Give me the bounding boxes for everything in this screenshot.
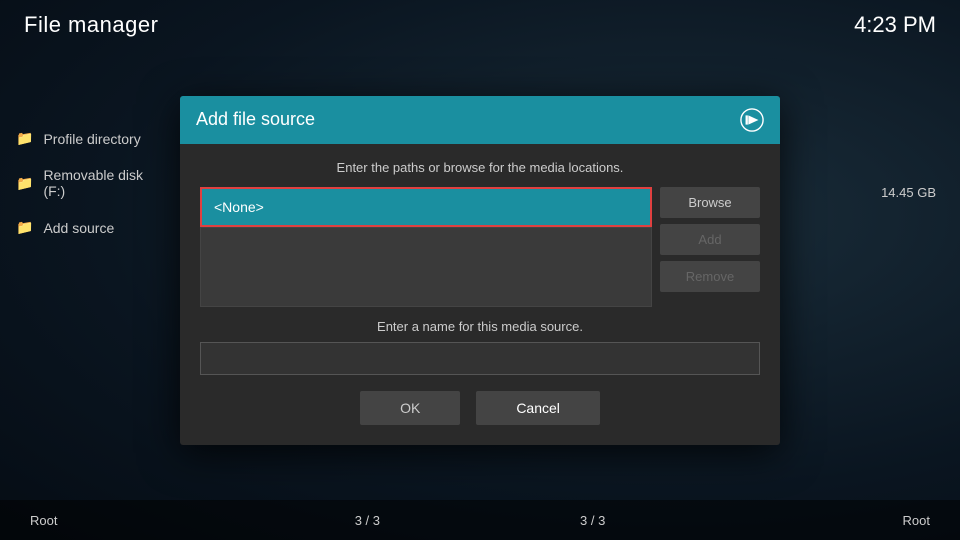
source-input-area: <None> bbox=[200, 187, 652, 307]
ok-button[interactable]: OK bbox=[360, 391, 460, 425]
add-file-source-dialog: Add file source Enter the paths or brows… bbox=[180, 96, 780, 445]
dialog-header: Add file source bbox=[180, 96, 780, 144]
remove-button[interactable]: Remove bbox=[660, 261, 760, 292]
action-buttons: Browse Add Remove bbox=[660, 187, 760, 307]
dialog-body: Enter the paths or browse for the media … bbox=[180, 144, 780, 445]
name-description: Enter a name for this media source. bbox=[200, 319, 760, 334]
source-none-label: <None> bbox=[214, 199, 264, 215]
paths-description: Enter the paths or browse for the media … bbox=[200, 160, 760, 175]
kodi-logo-icon bbox=[740, 107, 764, 133]
cancel-button[interactable]: Cancel bbox=[476, 391, 600, 425]
source-list-area bbox=[200, 227, 652, 307]
browse-button[interactable]: Browse bbox=[660, 187, 760, 218]
add-button[interactable]: Add bbox=[660, 224, 760, 255]
source-input-row: <None> Browse Add Remove bbox=[200, 187, 760, 307]
dialog-footer: OK Cancel bbox=[200, 391, 760, 425]
dialog-title: Add file source bbox=[196, 109, 315, 130]
close-icon[interactable] bbox=[740, 108, 764, 132]
source-none-item[interactable]: <None> bbox=[200, 187, 652, 227]
name-section: Enter a name for this media source. bbox=[200, 319, 760, 375]
name-input[interactable] bbox=[200, 342, 760, 375]
dialog-overlay: Add file source Enter the paths or brows… bbox=[0, 0, 960, 540]
